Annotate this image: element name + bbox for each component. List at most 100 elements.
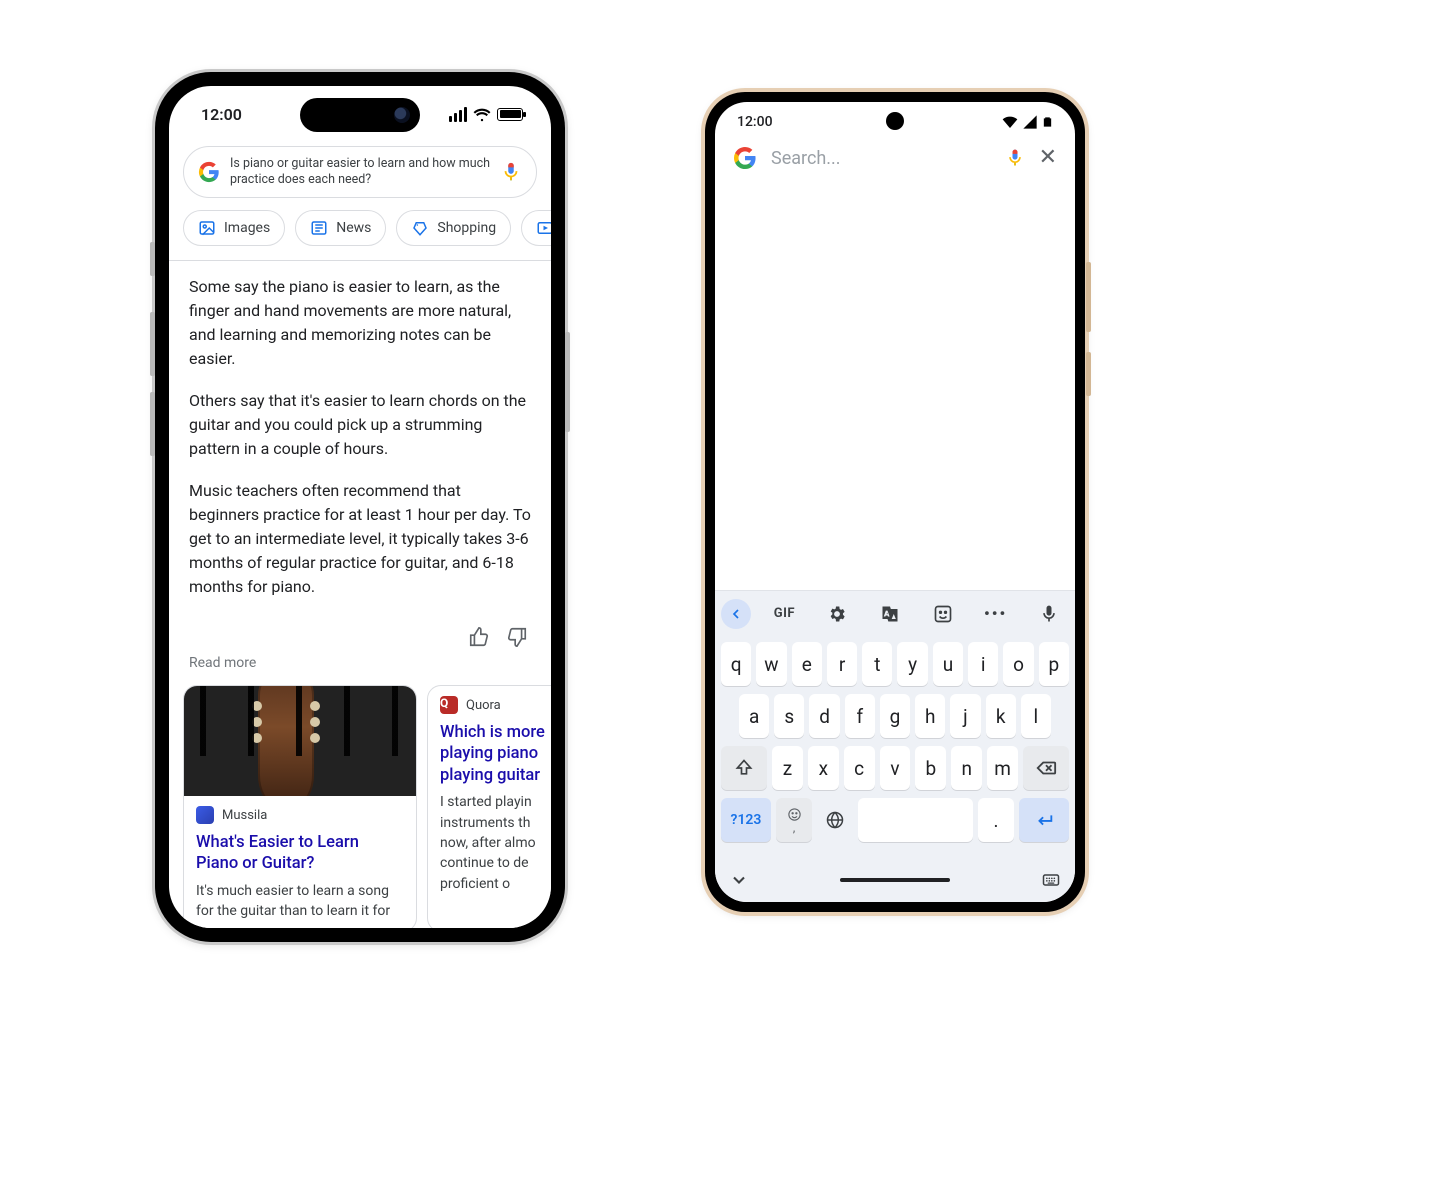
gesture-pill[interactable] [840, 878, 950, 882]
chip-label: News [336, 220, 371, 236]
status-clock: 12:00 [201, 105, 242, 124]
backspace-key[interactable] [1023, 746, 1069, 790]
key-j[interactable]: j [950, 694, 980, 738]
spacebar-key[interactable] [858, 798, 973, 842]
answer-paragraph: Others say that it's easier to learn cho… [189, 389, 531, 461]
card-source: Q Quora [428, 686, 551, 718]
key-a[interactable]: a [739, 694, 769, 738]
keyboard-toolbar: GIF ••• [715, 590, 1075, 636]
cellular-signal-icon [1022, 114, 1038, 130]
feedback-buttons [169, 623, 551, 651]
key-h[interactable]: h [915, 694, 945, 738]
front-camera-punch-hole [886, 112, 904, 130]
key-p[interactable]: p [1039, 642, 1069, 686]
answer-paragraph: Some say the piano is easier to learn, a… [189, 275, 531, 371]
chip-videos[interactable]: Vide [521, 210, 551, 246]
card-snippet: It's much easier to learn a song for the… [196, 881, 404, 922]
key-d[interactable]: d [809, 694, 839, 738]
mussila-favicon-icon [196, 806, 214, 824]
period-key[interactable]: . [978, 798, 1014, 842]
chip-label: Shopping [437, 220, 496, 236]
shift-key[interactable] [721, 746, 767, 790]
key-e[interactable]: e [792, 642, 822, 686]
search-placeholder[interactable]: Search... [771, 148, 991, 169]
enter-key[interactable] [1019, 798, 1069, 842]
key-f[interactable]: f [845, 694, 875, 738]
search-query-text[interactable]: Is piano or guitar easier to learn and h… [230, 156, 490, 187]
result-card[interactable]: Mussila What's Easier to Learn Piano or … [183, 685, 417, 928]
android-search-bar[interactable]: Search... ✕ [715, 142, 1075, 180]
iphone-volume-up-button [150, 312, 155, 376]
key-g[interactable]: g [880, 694, 910, 738]
android-device-frame: 12:00 Search... ✕ [705, 92, 1085, 912]
collapse-toolbar-button[interactable] [721, 599, 751, 629]
keyboard-switcher-icon[interactable] [1041, 870, 1061, 890]
thumbs-up-button[interactable] [465, 623, 493, 651]
key-r[interactable]: r [827, 642, 857, 686]
keyboard-collapse-icon[interactable] [729, 870, 749, 890]
chip-images[interactable]: Images [183, 210, 285, 246]
status-clock: 12:00 [737, 114, 773, 130]
key-u[interactable]: u [933, 642, 963, 686]
keyboard-row: a s d f g h j k l [719, 694, 1071, 738]
cellular-signal-icon [449, 107, 467, 122]
key-t[interactable]: t [862, 642, 892, 686]
chip-label: Images [224, 220, 270, 236]
key-s[interactable]: s [774, 694, 804, 738]
android-screen: 12:00 Search... ✕ [715, 102, 1075, 902]
key-n[interactable]: n [951, 746, 982, 790]
emoji-key[interactable]: , [776, 798, 812, 842]
key-c[interactable]: c [844, 746, 875, 790]
keyboard-row: ?123 , . [719, 798, 1071, 842]
card-title: Which is more playing piano playing guit… [440, 722, 551, 786]
stickers-button[interactable] [923, 604, 962, 624]
key-m[interactable]: m [987, 746, 1018, 790]
answer-paragraph: Music teachers often recommend that begi… [189, 479, 531, 599]
empty-results-area [715, 180, 1075, 590]
translate-button[interactable] [871, 604, 910, 624]
gif-button[interactable]: GIF [765, 606, 804, 621]
battery-icon [1042, 113, 1053, 131]
chip-shopping[interactable]: Shopping [396, 210, 511, 246]
more-options-button[interactable]: ••• [976, 604, 1015, 623]
search-filter-chips: Images News Shopping Vide [169, 198, 551, 260]
iphone-screen: 12:00 Is piano or guitar easier to learn… [169, 86, 551, 928]
source-name: Quora [466, 698, 501, 713]
card-snippet: I started playin instruments th now, aft… [440, 792, 551, 893]
voice-search-icon[interactable] [500, 161, 522, 183]
key-v[interactable]: v [880, 746, 911, 790]
google-logo-icon [733, 146, 757, 170]
iphone-power-button [565, 332, 570, 432]
news-icon [310, 219, 328, 237]
key-q[interactable]: q [721, 642, 751, 686]
search-bar[interactable]: Is piano or guitar easier to learn and h… [183, 146, 537, 198]
close-button[interactable]: ✕ [1039, 147, 1057, 169]
iphone-silent-switch [150, 242, 155, 276]
keyboard-row: z x c v b n m [719, 746, 1071, 790]
source-name: Mussila [222, 808, 267, 823]
key-z[interactable]: z [772, 746, 803, 790]
chip-news[interactable]: News [295, 210, 386, 246]
source-cards: Mussila What's Easier to Learn Piano or … [169, 685, 551, 928]
dynamic-island [300, 98, 420, 132]
shopping-icon [411, 219, 429, 237]
key-x[interactable]: x [808, 746, 839, 790]
mic-button[interactable] [1029, 604, 1069, 624]
key-i[interactable]: i [968, 642, 998, 686]
result-card[interactable]: Q Quora Which is more playing piano play… [427, 685, 551, 928]
symbols-key[interactable]: ?123 [721, 798, 771, 842]
wifi-icon [473, 105, 491, 123]
key-b[interactable]: b [915, 746, 946, 790]
read-more-link[interactable]: Read more [169, 651, 551, 685]
language-key[interactable] [817, 798, 853, 842]
on-screen-keyboard: q w e r t y u i o p a s d f g h j k l [715, 636, 1075, 858]
key-o[interactable]: o [1003, 642, 1033, 686]
key-k[interactable]: k [986, 694, 1016, 738]
voice-search-icon[interactable] [1005, 148, 1025, 168]
thumbs-down-button[interactable] [503, 623, 531, 651]
key-y[interactable]: y [897, 642, 927, 686]
key-w[interactable]: w [756, 642, 786, 686]
quora-favicon-icon: Q [440, 696, 458, 714]
settings-button[interactable] [818, 604, 857, 624]
key-l[interactable]: l [1021, 694, 1051, 738]
